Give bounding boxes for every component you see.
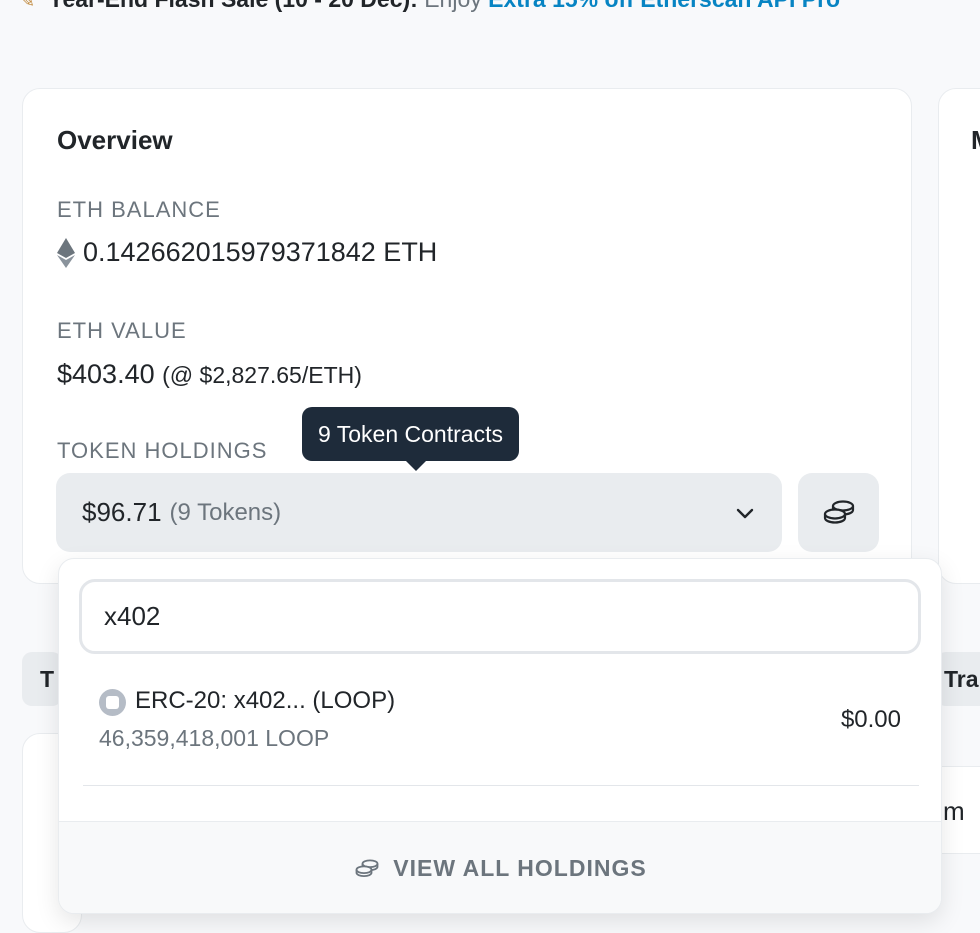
coins-icon xyxy=(823,499,854,524)
view-all-holdings-label: VIEW ALL HOLDINGS xyxy=(393,855,647,881)
divider xyxy=(83,785,919,786)
more-info-card: M xyxy=(938,88,980,584)
eth-balance: 0.142662015979371842 ETH xyxy=(57,237,437,268)
token-list-item[interactable]: ERC-20: x402... (LOOP) 46,359,418,001 LO… xyxy=(83,677,919,787)
promo-text: Enjoy xyxy=(418,0,488,12)
tab-token-transfers[interactable]: Tra xyxy=(936,652,980,706)
holdings-count: (9 Tokens) xyxy=(169,498,282,526)
promo-link[interactable]: Extra 15% off Etherscan API Pro xyxy=(488,0,840,12)
token-holdings-label: TOKEN HOLDINGS xyxy=(57,438,268,463)
eth-value: $403.40 (@ $2,827.65/ETH) xyxy=(57,359,362,390)
eth-price: (@ $2,827.65/ETH) xyxy=(162,362,362,388)
promo-banner: ✎ Year-End Flash Sale (10 - 20 Dec): Enj… xyxy=(20,0,840,14)
token-holdings-dropdown[interactable]: $96.71 (9 Tokens) xyxy=(56,473,782,552)
token-contracts-tooltip: 9 Token Contracts xyxy=(302,407,519,471)
token-search-input[interactable] xyxy=(79,579,921,654)
holdings-value: $96.71 xyxy=(82,497,162,527)
tab-transactions[interactable]: T xyxy=(22,652,62,706)
view-all-holdings-button[interactable]: VIEW ALL HOLDINGS xyxy=(59,821,941,913)
more-info-title: M xyxy=(971,125,980,156)
eth-value-label: ETH VALUE xyxy=(57,318,187,343)
token-name: ERC-20: x402... (LOOP) xyxy=(135,687,396,714)
chevron-down-icon xyxy=(736,508,754,518)
eth-balance-value: 0.142662015979371842 ETH xyxy=(83,237,438,267)
token-placeholder-icon xyxy=(99,689,126,716)
overview-title: Overview xyxy=(57,125,173,155)
pencil-icon: ✎ xyxy=(20,0,36,11)
eth-value-amount: $403.40 xyxy=(57,359,155,389)
token-holdings-menu: ERC-20: x402... (LOOP) 46,359,418,001 LO… xyxy=(58,558,942,914)
coins-icon xyxy=(355,858,379,877)
eth-balance-label: ETH BALANCE xyxy=(57,197,221,222)
token-holdings-button[interactable] xyxy=(798,473,879,552)
ethereum-icon xyxy=(57,237,75,268)
token-quantity: 46,359,418,001 LOOP xyxy=(99,725,330,751)
token-value: $0.00 xyxy=(840,706,901,733)
promo-lead: Year-End Flash Sale (10 - 20 Dec): xyxy=(48,0,417,12)
